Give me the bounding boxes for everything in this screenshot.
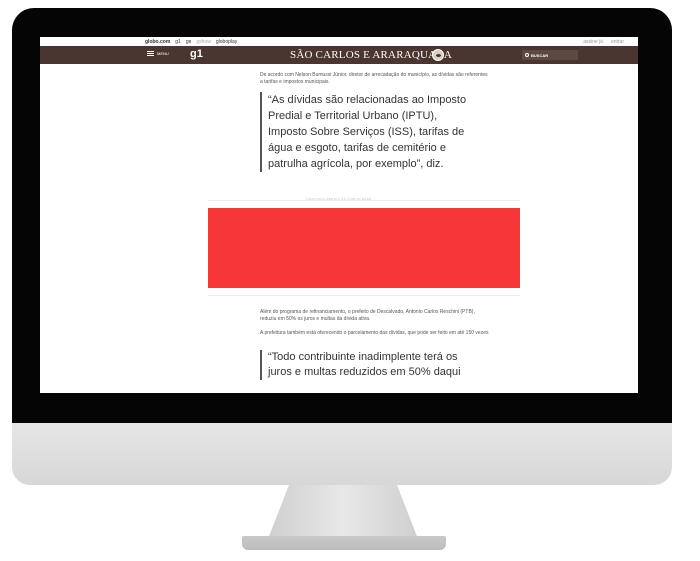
region-title[interactable]: SÃO CARLOS E ARARAQUARA bbox=[290, 49, 452, 61]
account-links: assine já entrar bbox=[583, 39, 624, 45]
subscribe-link[interactable]: assine já bbox=[583, 39, 603, 45]
gshow-link[interactable]: gshow bbox=[196, 39, 210, 45]
article-body: De acordo com Nelson Bumussi Júnior, dir… bbox=[260, 72, 490, 172]
globoplay-link[interactable]: globoplay bbox=[216, 39, 237, 45]
article-quote: “Todo contribuinte inadimplente terá os … bbox=[260, 350, 474, 380]
login-link[interactable]: entrar bbox=[611, 39, 624, 45]
monitor-chin bbox=[12, 423, 672, 485]
globo-top-bar: globo.com g1 ge gshow globoplay assine j… bbox=[40, 37, 638, 46]
ad-divider bbox=[208, 295, 520, 296]
search-button[interactable]: BUSCAR bbox=[522, 50, 578, 60]
site-header: MENU g1 SÃO CARLOS E ARARAQUARA BUSCAR bbox=[40, 46, 638, 64]
ad-divider bbox=[208, 200, 520, 201]
browser-viewport: globo.com g1 ge gshow globoplay assine j… bbox=[40, 37, 638, 393]
article-paragraph: A prefeitura também está oferecendo o pa… bbox=[260, 330, 489, 336]
monitor-stand-neck bbox=[268, 485, 418, 539]
globo-link[interactable]: globo.com bbox=[145, 39, 170, 45]
search-icon bbox=[525, 53, 529, 57]
article-paragraph: De acordo com Nelson Bumussi Júnior, dir… bbox=[260, 72, 488, 85]
menu-label: MENU bbox=[157, 51, 169, 56]
ad-banner[interactable] bbox=[208, 208, 520, 288]
globo-network-links: globo.com g1 ge gshow globoplay bbox=[145, 39, 237, 45]
article-body-continued: Além do programa de refinanciamento, o p… bbox=[260, 309, 490, 380]
monitor-stand-base bbox=[242, 536, 446, 550]
g1-link[interactable]: g1 bbox=[175, 39, 181, 45]
menu-button[interactable]: MENU bbox=[147, 51, 169, 56]
search-label: BUSCAR bbox=[531, 52, 549, 58]
article-quote: “As dívidas são relacionadas ao Imposto … bbox=[260, 92, 472, 172]
article-paragraph: Além do programa de refinanciamento, o p… bbox=[260, 309, 475, 322]
region-mascot-icon bbox=[432, 49, 444, 61]
hamburger-icon bbox=[147, 51, 154, 56]
g1-logo[interactable]: g1 bbox=[190, 48, 203, 60]
ge-link[interactable]: ge bbox=[186, 39, 192, 45]
